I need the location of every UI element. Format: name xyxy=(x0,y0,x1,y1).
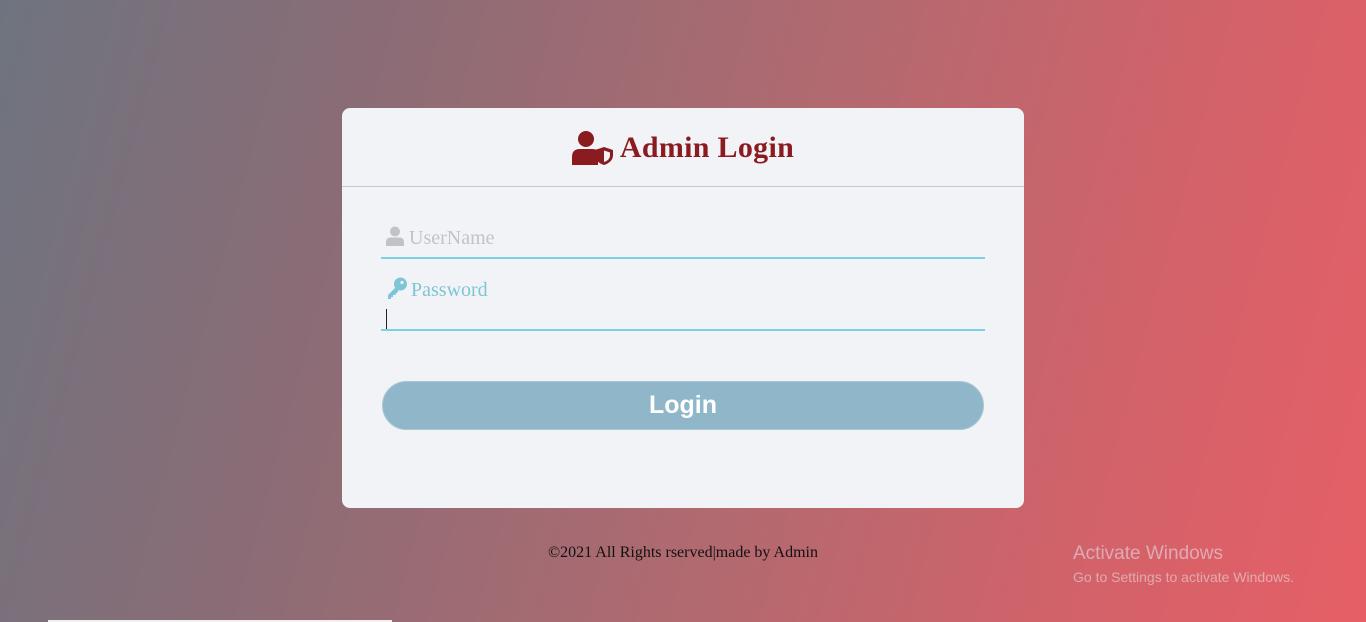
activate-windows-watermark: Activate Windows Go to Settings to activ… xyxy=(1073,543,1294,589)
user-icon xyxy=(386,226,404,246)
user-shield-icon xyxy=(571,131,613,165)
login-button[interactable]: Login xyxy=(382,381,984,430)
username-placeholder: UserName xyxy=(409,227,495,249)
key-icon xyxy=(388,277,407,299)
login-card: Admin Login UserName Password Login xyxy=(342,108,1024,508)
page-title: Admin Login xyxy=(619,131,795,164)
username-field[interactable]: UserName xyxy=(381,221,985,259)
text-caret xyxy=(386,309,387,329)
card-header: Admin Login xyxy=(342,108,1024,187)
watermark-title: Activate Windows xyxy=(1073,543,1223,564)
password-placeholder: Password xyxy=(411,279,488,301)
watermark-subtitle: Go to Settings to activate Windows. xyxy=(1073,569,1294,585)
password-field[interactable]: Password xyxy=(381,275,985,331)
